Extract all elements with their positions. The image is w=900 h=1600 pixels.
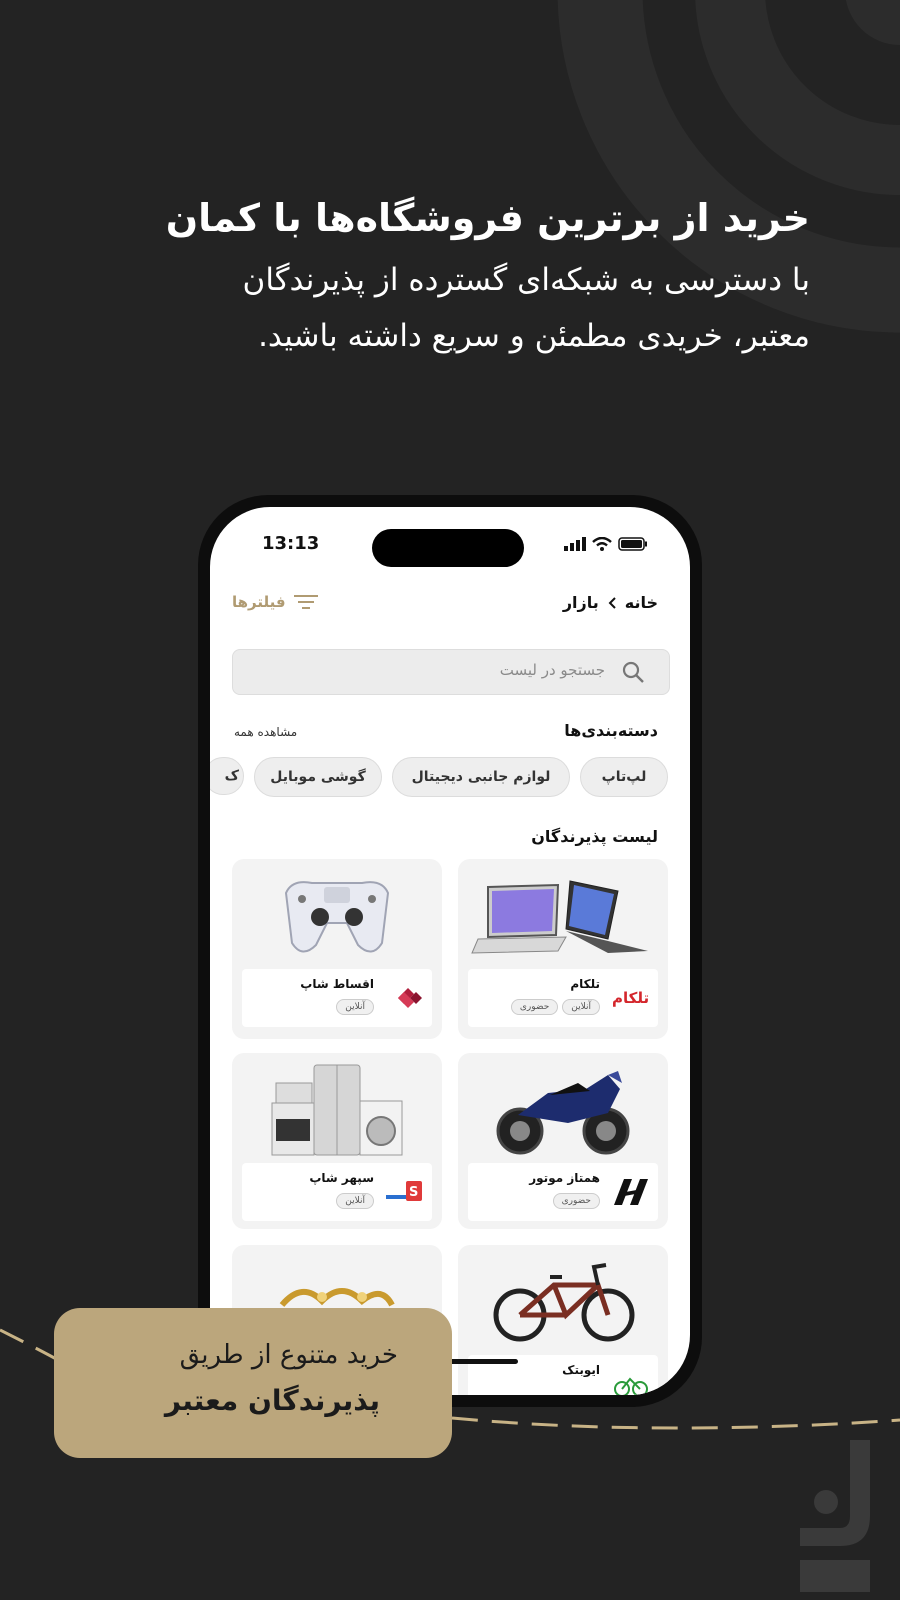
merchant-info: تلکام تلکام آنلاین حضوری: [468, 969, 658, 1027]
svg-text:S: S: [409, 1185, 418, 1200]
search-input[interactable]: جستجو در لیست: [232, 649, 670, 695]
ayoubtek-logo: [614, 1377, 648, 1395]
motorcycle-image: [496, 1071, 630, 1155]
merchant-tags: حضوری: [552, 1193, 600, 1209]
merchant-card[interactable]: سپهر شاپ S آنلاین: [232, 1053, 442, 1229]
merchant-info: سپهر شاپ S آنلاین: [242, 1163, 432, 1221]
sepehr-logo: S: [386, 1181, 422, 1201]
banner-line1: خرید متنوع از طریق: [179, 1340, 398, 1370]
category-chip-partial[interactable]: ک: [210, 757, 244, 795]
hero-text: خرید از برترین فروشگاه‌ها با کمان با دست…: [90, 190, 810, 364]
wifi-icon: [592, 537, 612, 551]
breadcrumb: خانه بازار: [563, 593, 658, 612]
categories-title: دسته‌بندی‌ها: [564, 721, 658, 740]
tag-in-person: حضوری: [510, 999, 559, 1015]
merchant-name: همتاز موتور: [529, 1171, 600, 1185]
phone-screen: 13:13 خانه بازار فیلترها جستجو در لیست د…: [210, 507, 690, 1395]
merchant-tags: آنلاین حضوری: [510, 999, 600, 1015]
merchant-tags: آنلاین: [336, 1193, 374, 1209]
chevron-left-icon: [608, 596, 616, 609]
aghsat-logo: [398, 988, 422, 1008]
category-chip-mobile[interactable]: گوشی موبایل: [254, 757, 382, 797]
promo-banner: خرید متنوع از طریق پذیرندگان معتبر: [54, 1308, 452, 1458]
merchant-card[interactable]: اقساط شاپ آنلاین: [232, 859, 442, 1039]
phone-mockup: 13:13 خانه بازار فیلترها جستجو در لیست د…: [198, 495, 702, 1407]
search-placeholder: جستجو در لیست: [499, 661, 605, 679]
breadcrumb-home[interactable]: خانه: [625, 593, 658, 612]
category-chip-digital-accessories[interactable]: لوازم جانبی دیجیتال: [392, 757, 570, 797]
merchant-info: همتاز موتور حضوری: [468, 1163, 658, 1221]
game-controller-image: [284, 881, 390, 953]
merchant-name: تلکام: [570, 977, 600, 991]
hamtaz-logo: [614, 1179, 648, 1205]
merchant-card[interactable]: همتاز موتور حضوری: [458, 1053, 668, 1229]
dynamic-island: [372, 529, 524, 567]
merchant-info: اقساط شاپ آنلاین: [242, 969, 432, 1027]
status-time: 13:13: [262, 533, 320, 554]
battery-icon: [618, 537, 647, 551]
tag-online: آنلاین: [562, 999, 600, 1015]
bicycle-image: [493, 1263, 635, 1342]
breadcrumb-current: بازار: [562, 593, 599, 612]
banner-line2: پذیرندگان معتبر: [164, 1384, 380, 1417]
filters-button[interactable]: فیلترها: [232, 593, 318, 611]
category-chip-laptop[interactable]: لپ‌تاپ: [580, 757, 668, 797]
svg-text:تلکام: تلکام: [612, 989, 649, 1007]
tag-online: آنلاین: [336, 999, 374, 1015]
home-appliances-image: [271, 1064, 403, 1156]
hero-subtitle-line1: با دسترسی به شبکه‌ای گسترده از پذیرندگان: [242, 262, 810, 298]
bazaar-watermark-icon: [800, 1440, 870, 1592]
tag-in-person: حضوری: [552, 1193, 600, 1209]
signal-icon: [564, 537, 586, 551]
merchant-card[interactable]: تلکام تلکام آنلاین حضوری: [458, 859, 668, 1039]
filter-icon: [293, 595, 318, 609]
merchant-name: ایوبتک: [562, 1363, 600, 1377]
merchant-card[interactable]: ایوبتک: [458, 1245, 668, 1395]
merchant-tags: آنلاین: [336, 999, 374, 1015]
status-icons: [564, 537, 648, 551]
merchant-name: سپهر شاپ: [309, 1171, 374, 1185]
merchant-name: اقساط شاپ: [300, 977, 374, 991]
tag-online: آنلاین: [336, 1193, 374, 1209]
see-all-link[interactable]: مشاهده همه: [234, 725, 297, 739]
hero-title: خرید از برترین فروشگاه‌ها با کمان: [165, 196, 810, 240]
telkam-logo: تلکام: [612, 989, 649, 1007]
laptops-image: [471, 880, 648, 954]
merchants-title: لیست پذیرندگان: [531, 827, 658, 846]
filters-label: فیلترها: [232, 593, 286, 611]
hero-subtitle-line2: معتبر، خریدی مطمئن و سریع داشته باشید.: [258, 318, 810, 354]
search-icon: [622, 661, 644, 683]
